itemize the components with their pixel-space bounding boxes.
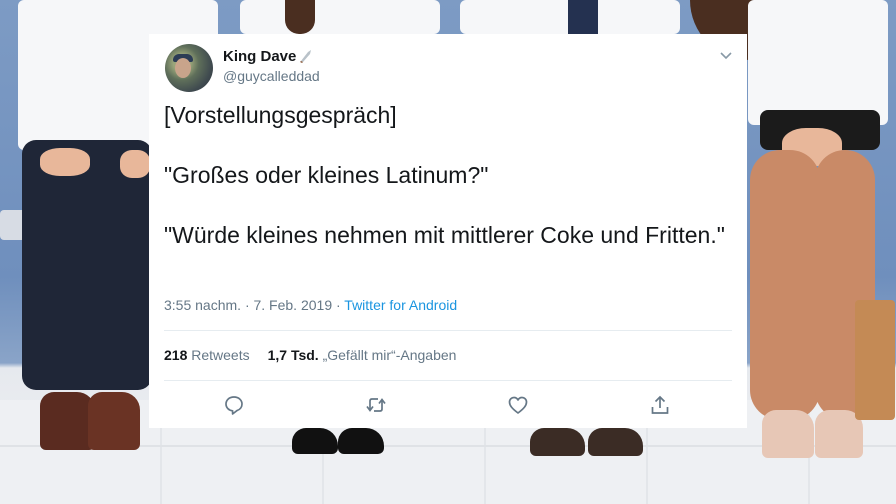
boot-left: [530, 428, 585, 456]
display-name-text: King Dave: [223, 48, 297, 65]
divider: [164, 330, 732, 331]
tweet-paragraph: "Würde kleines nehmen mit mittlerer Coke…: [164, 222, 725, 248]
retweet-icon[interactable]: [365, 394, 387, 416]
tweet-stats: 218 Retweets 1,7 Tsd. „Gefällt mir“-Angab…: [164, 347, 456, 363]
heart-icon[interactable]: [507, 394, 529, 416]
hair: [285, 0, 315, 34]
tweet-card: King Dave @guycalleddad [Vorstellungsges…: [149, 34, 747, 428]
tweet-meta: 3:55 nachm. · 7. Feb. 2019 · Twitter for…: [164, 297, 457, 313]
heel-shoe-right: [338, 428, 384, 454]
tweet-text: [Vorstellungsgespräch] "Großes oder klei…: [164, 100, 729, 250]
tie: [568, 0, 598, 34]
likes-stat[interactable]: 1,7 Tsd. „Gefällt mir“-Angaben: [268, 347, 457, 363]
retweets-stat[interactable]: 218 Retweets: [164, 347, 250, 363]
reply-icon[interactable]: [223, 394, 245, 416]
tweet-timestamp[interactable]: 3:55 nachm. · 7. Feb. 2019 ·: [164, 297, 344, 313]
tweet-paragraph: [Vorstellungsgespräch]: [164, 102, 397, 128]
divider: [164, 380, 732, 381]
likes-label: „Gefällt mir“-Angaben: [322, 347, 457, 363]
knife-emoji-icon: [299, 49, 313, 67]
boot-right: [588, 428, 643, 456]
likes-count: 1,7 Tsd.: [267, 347, 319, 363]
display-name[interactable]: King Dave: [223, 48, 313, 67]
chevron-down-icon[interactable]: [719, 48, 733, 62]
person-middle-shirt: [240, 0, 440, 34]
retweets-label: Retweets: [191, 347, 250, 363]
share-icon[interactable]: [649, 394, 671, 416]
tweet-actions: [149, 394, 747, 416]
tweet-paragraph: "Großes oder kleines Latinum?": [164, 162, 489, 188]
heel-shoe-left: [292, 428, 338, 454]
avatar[interactable]: [165, 44, 213, 92]
retweets-count: 218: [164, 347, 188, 363]
user-handle[interactable]: @guycalleddad: [223, 68, 320, 84]
tweet-source[interactable]: Twitter for Android: [344, 297, 457, 313]
